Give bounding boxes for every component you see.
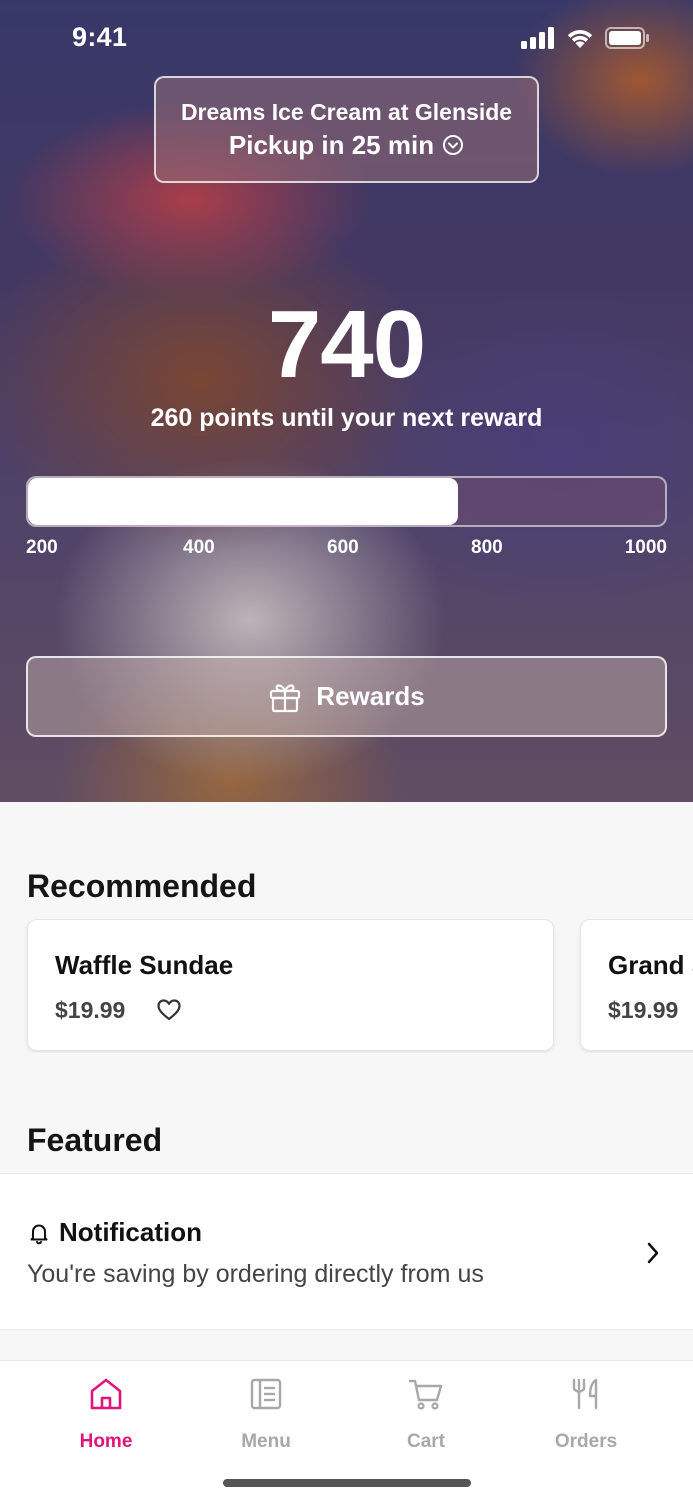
tab-cart[interactable]: Cart — [366, 1377, 486, 1453]
cart-icon — [408, 1379, 443, 1410]
rewards-hero: 9:41 Dreams Ice Cream at Glenside Pickup… — [0, 0, 693, 802]
rewards-button-label: Rewards — [316, 681, 425, 711]
notification-row[interactable]: Notification You're saving by ordering d… — [0, 1173, 693, 1330]
points-until-reward: 260 points until your next reward — [150, 404, 543, 432]
store-name: Dreams Ice Cream at Glenside — [180, 98, 513, 125]
orders-icon — [572, 1378, 598, 1410]
progress-scale-labels: 200 400 600 800 1000 — [26, 537, 667, 561]
status-icons — [521, 27, 649, 49]
featured-title: Featured — [27, 1122, 163, 1158]
tab-label: Home — [79, 1431, 133, 1452]
chevron-right-icon — [647, 1242, 659, 1264]
product-price: $19.99 — [55, 997, 126, 1023]
product-card[interactable]: Grand S $19.99 — [580, 919, 693, 1051]
tab-menu[interactable]: Menu — [206, 1377, 326, 1453]
gift-icon — [270, 683, 301, 712]
notification-message: You're saving by ordering directly from … — [27, 1260, 484, 1288]
notification-header: Notification — [27, 1217, 202, 1248]
rewards-progress-fill — [28, 478, 458, 525]
store-selector[interactable]: Dreams Ice Cream at Glenside Pickup in 2… — [154, 76, 539, 183]
scale-label: 400 — [183, 537, 215, 558]
home-indicator — [223, 1479, 471, 1487]
product-card[interactable]: Waffle Sundae $19.99 — [27, 919, 554, 1051]
wifi-icon — [567, 30, 593, 48]
chevron-down-circle-icon — [443, 135, 464, 155]
product-name: Grand S — [608, 950, 693, 980]
tab-home[interactable]: Home — [46, 1377, 166, 1453]
cellular-signal-icon — [521, 27, 554, 49]
scale-label: 800 — [471, 537, 503, 558]
menu-icon — [250, 1378, 282, 1410]
bell-icon — [30, 1224, 48, 1244]
tab-label: Cart — [406, 1431, 445, 1452]
rewards-button[interactable]: Rewards — [26, 656, 667, 737]
home-icon — [90, 1378, 122, 1410]
scale-label: 1000 — [624, 537, 667, 558]
tab-orders[interactable]: Orders — [526, 1377, 646, 1453]
scale-label: 600 — [327, 537, 359, 558]
notification-title: Notification — [59, 1217, 202, 1247]
status-time: 9:41 — [72, 22, 128, 52]
favorite-heart-icon[interactable] — [156, 997, 182, 1023]
points-balance: 740 — [267, 291, 426, 398]
pickup-time: Pickup in 25 min — [228, 129, 435, 160]
recommended-title: Recommended — [27, 868, 257, 904]
tab-label: Orders — [554, 1431, 618, 1452]
rewards-progress-bar — [26, 476, 667, 527]
product-price: $19.99 — [608, 997, 679, 1023]
battery-icon — [605, 27, 649, 49]
recommended-carousel[interactable]: Waffle Sundae $19.99 Grand S $19.99 — [0, 919, 693, 1053]
product-name: Waffle Sundae — [55, 950, 234, 980]
scale-label: 200 — [26, 537, 58, 558]
tab-label: Menu — [241, 1431, 291, 1452]
pickup-row: Pickup in 25 min — [229, 130, 464, 161]
